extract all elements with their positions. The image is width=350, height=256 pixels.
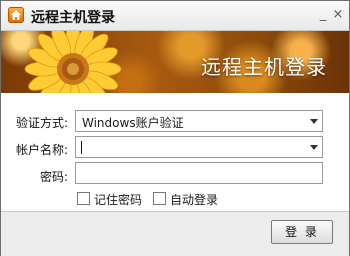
chevron-down-icon[interactable] [310, 145, 318, 150]
footer-bar: 登 录 [1, 211, 349, 256]
username-combobox[interactable] [75, 136, 323, 158]
remember-password-checkbox[interactable] [77, 192, 90, 205]
window-title: 远程主机登录 [31, 10, 115, 26]
chevron-down-icon[interactable] [310, 119, 318, 124]
remember-password-label[interactable]: 记住密码 [94, 191, 142, 208]
auto-login-checkbox[interactable] [153, 192, 166, 205]
username-label: 帐户名称: [15, 143, 68, 157]
title-bar[interactable]: 远程主机登录 _ × [1, 1, 349, 31]
banner-title: 远程主机登录 [201, 55, 327, 79]
auto-login-label[interactable]: 自动登录 [170, 191, 218, 208]
password-field[interactable] [75, 162, 323, 184]
auth-method-value: Windows账户验证 [82, 116, 184, 130]
login-button[interactable]: 登 录 [271, 220, 333, 244]
close-button[interactable]: × [332, 8, 344, 21]
banner: 远程主机登录 [1, 31, 349, 93]
sunflower-image [24, 31, 122, 93]
auth-method-select[interactable]: Windows账户验证 [75, 110, 323, 132]
login-window: 远程主机登录 _ × 远程主机登录 验证方式: Windows账户验证 帐户名称… [0, 0, 350, 256]
minimize-button[interactable]: _ [317, 8, 329, 21]
password-label: 密码: [39, 170, 68, 184]
text-cursor [81, 141, 82, 154]
home-icon [8, 7, 24, 23]
auth-method-label: 验证方式: [15, 116, 68, 130]
